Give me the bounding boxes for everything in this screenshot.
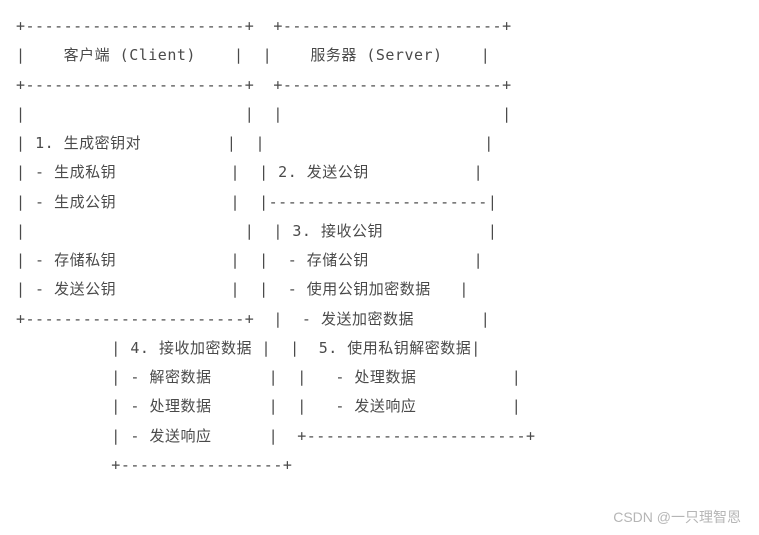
step5-item: 发送响应 [354,397,416,415]
step2-title: 2. 发送公钥 [278,163,369,181]
step3-item: 发送加密数据 [321,310,414,328]
step5-item: 处理数据 [354,368,416,386]
step3-title: 3. 接收公钥 [292,222,383,240]
step1-item: 生成公钥 [54,193,116,211]
step1-title: 1. 生成密钥对 [35,134,141,152]
step4-item: 处理数据 [149,397,211,415]
step1-item: 生成私钥 [54,163,116,181]
watermark: CSDN @一只理智恩 [613,507,741,527]
step3-item: 存储公钥 [307,251,369,269]
step4-item: 发送响应 [149,427,211,445]
step1-item: 发送公钥 [54,280,116,298]
step5-title: 5. 使用私钥解密数据 [319,339,472,357]
step4-title: 4. 接收加密数据 [130,339,252,357]
ascii-diagram: +-----------------------+ +-------------… [16,12,743,480]
client-header: 客户端 (Client) [64,46,196,64]
step4-item: 解密数据 [149,368,211,386]
server-header: 服务器 (Server) [310,46,442,64]
step1-item: 存储私钥 [54,251,116,269]
step3-item: 使用公钥加密数据 [307,280,431,298]
